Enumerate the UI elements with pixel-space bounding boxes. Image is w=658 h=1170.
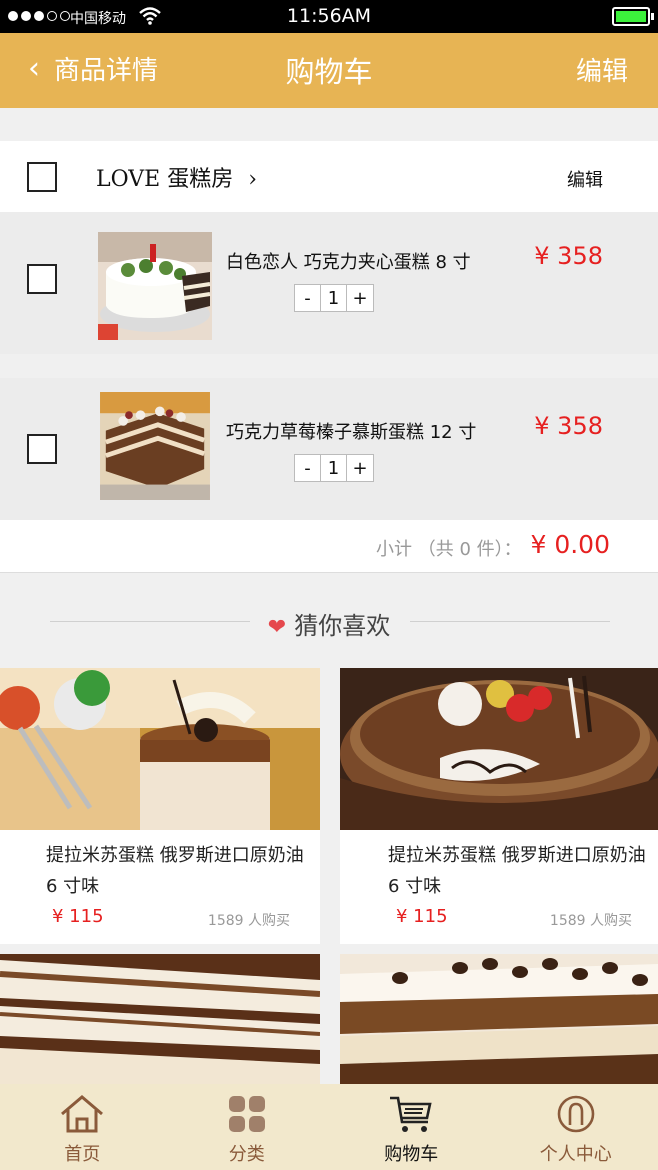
- tab-home[interactable]: 首页: [0, 1084, 165, 1170]
- cart-item: 白色恋人 巧克力夹心蛋糕 8 寸 - 1 + ¥ 358: [0, 212, 658, 354]
- product-sold-count: 1589 人购买: [549, 913, 632, 929]
- shop-edit-button[interactable]: 编辑: [567, 166, 603, 192]
- chevron-right-icon: ›: [248, 167, 258, 192]
- decrease-quantity-button[interactable]: -: [295, 285, 321, 311]
- tab-label: 购物车: [384, 1144, 439, 1165]
- product-price: ¥ 115: [52, 906, 104, 927]
- item-price: ¥ 358: [534, 412, 603, 440]
- battery-icon: [612, 7, 654, 26]
- product-card[interactable]: 提拉米苏蛋糕 俄罗斯进口原奶油 6 寸味 ¥ 115 1589 人购买: [0, 668, 320, 944]
- tab-label: 分类: [228, 1144, 265, 1165]
- profile-icon: [557, 1095, 595, 1133]
- product-card[interactable]: [0, 954, 320, 1086]
- product-image: [340, 954, 658, 1086]
- product-name: 提拉米苏蛋糕 俄罗斯进口原奶油 6 寸味: [388, 845, 646, 897]
- item-select-checkbox[interactable]: [27, 264, 57, 294]
- recommend-section-header: ❤ 猜你喜欢: [0, 573, 658, 668]
- product-card[interactable]: 提拉米苏蛋糕 俄罗斯进口原奶油 6 寸味 ¥ 115 1589 人购买: [340, 668, 658, 944]
- tab-cart[interactable]: 购物车: [329, 1084, 494, 1170]
- product-image: [340, 668, 658, 830]
- cake-thumbnail-image: [100, 392, 210, 500]
- recommend-heading: ❤ 猜你喜欢: [0, 606, 658, 641]
- subtotal-label: 小计 （共 0 件）：: [376, 539, 522, 560]
- shop-name: LOVE 蛋糕房: [96, 167, 234, 192]
- tab-label: 首页: [64, 1144, 101, 1165]
- quantity-value[interactable]: 1: [321, 285, 347, 311]
- nav-bar: ‹ 商品详情 购物车 编辑: [0, 33, 658, 108]
- subtotal-amount: ¥ 0.00: [530, 530, 610, 559]
- item-price: ¥ 358: [534, 242, 603, 270]
- tab-category[interactable]: 分类: [165, 1084, 330, 1170]
- bottom-tab-bar: 首页 分类 购物车 个人中心: [0, 1084, 658, 1170]
- tab-profile[interactable]: 个人中心: [494, 1084, 658, 1170]
- nav-edit-button[interactable]: 编辑: [576, 51, 628, 88]
- shop-select-checkbox[interactable]: [27, 162, 57, 192]
- shop-name-link[interactable]: LOVE 蛋糕房 ›: [96, 161, 257, 193]
- cart-item: 巧克力草莓榛子慕斯蛋糕 12 寸 - 1 + ¥ 358: [0, 378, 658, 520]
- item-name: 白色恋人 巧克力夹心蛋糕 8 寸: [226, 252, 471, 273]
- quantity-stepper: - 1 +: [294, 284, 374, 312]
- shop-header: LOVE 蛋糕房 › 编辑: [0, 141, 658, 212]
- increase-quantity-button[interactable]: +: [347, 285, 373, 311]
- item-select-checkbox[interactable]: [27, 434, 57, 464]
- quantity-value[interactable]: 1: [321, 455, 347, 481]
- increase-quantity-button[interactable]: +: [347, 455, 373, 481]
- decrease-quantity-button[interactable]: -: [295, 455, 321, 481]
- product-image: [0, 954, 320, 1086]
- recommend-title: 猜你喜欢: [294, 612, 391, 640]
- product-card[interactable]: [340, 954, 658, 1086]
- quantity-stepper: - 1 +: [294, 454, 374, 482]
- product-sold-count: 1589 人购买: [207, 913, 290, 929]
- status-bar: 中国移动 11:56AM: [0, 0, 658, 33]
- product-name: 提拉米苏蛋糕 俄罗斯进口原奶油 6 寸味: [46, 845, 304, 897]
- subtotal-bar: 小计 （共 0 件）： ¥ 0.00: [0, 520, 658, 573]
- tab-label: 个人中心: [539, 1144, 612, 1165]
- heart-icon: ❤: [267, 615, 287, 640]
- product-price: ¥ 115: [396, 906, 448, 927]
- page-title: 购物车: [285, 55, 373, 89]
- cake-thumbnail-image: [98, 232, 212, 340]
- status-time: 11:56AM: [286, 5, 372, 27]
- item-name: 巧克力草莓榛子慕斯蛋糕 12 寸: [226, 422, 477, 443]
- cart-icon: [390, 1096, 432, 1132]
- category-grid-icon: [228, 1096, 265, 1132]
- product-image: [0, 668, 320, 830]
- home-icon: [61, 1095, 104, 1133]
